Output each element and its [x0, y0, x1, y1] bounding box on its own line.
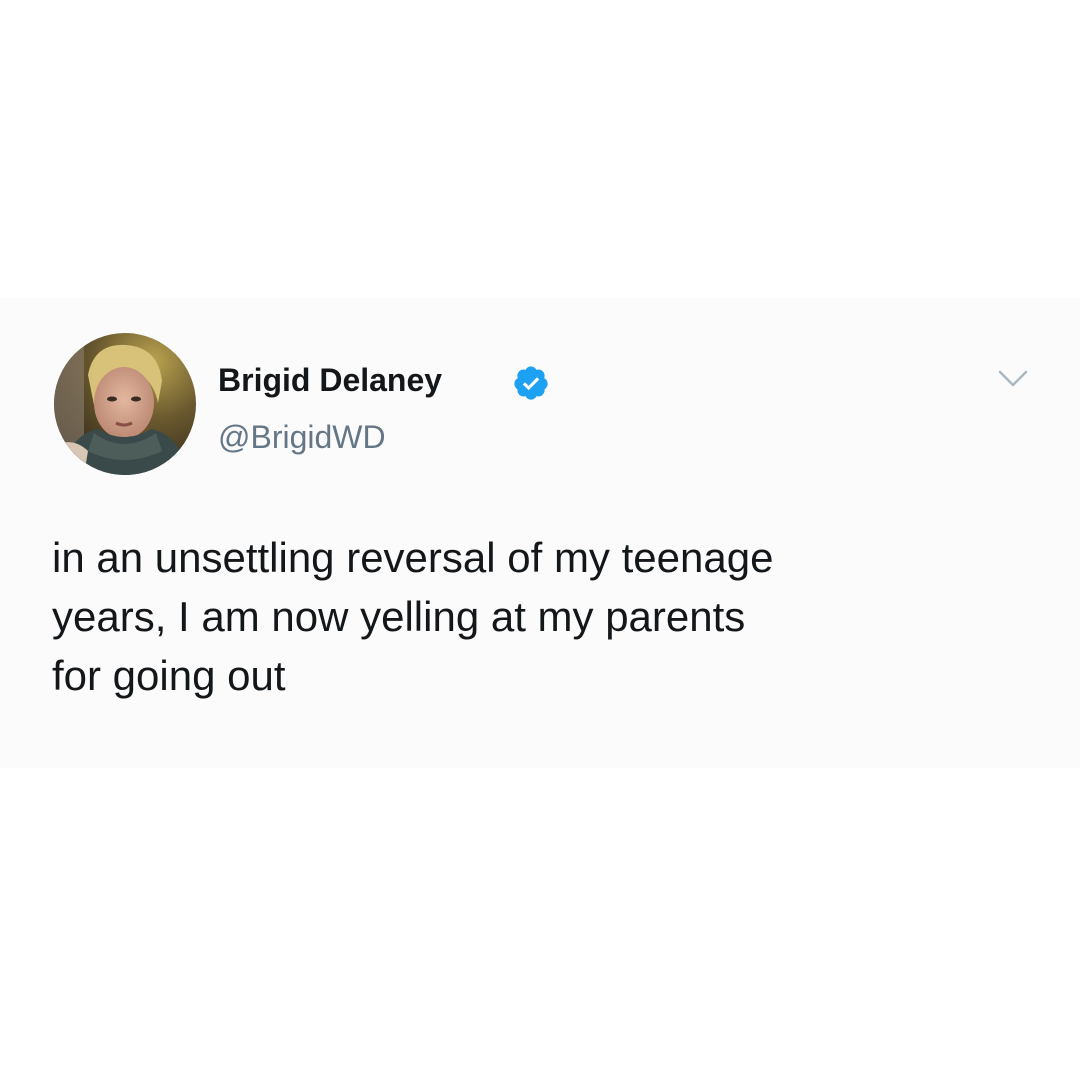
- avatar-photo: [54, 333, 196, 475]
- tweet-text-line: years, I am now yelling at my parents: [52, 593, 746, 640]
- verified-badge-icon: [514, 366, 548, 400]
- tweet-text: in an unsettling reversal of my teenage …: [52, 528, 1042, 705]
- author-handle[interactable]: @BrigidWD: [218, 418, 386, 456]
- tweet-text-line: for going out: [52, 652, 286, 699]
- author-avatar[interactable]: [54, 333, 196, 475]
- tweet-screenshot: Brigid Delaney @BrigidWD in an unsettlin…: [0, 0, 1080, 1080]
- author-display-name[interactable]: Brigid Delaney: [218, 361, 442, 399]
- tweet-text-line: in an unsettling reversal of my teenage: [52, 534, 774, 581]
- chevron-down-icon[interactable]: [996, 364, 1030, 394]
